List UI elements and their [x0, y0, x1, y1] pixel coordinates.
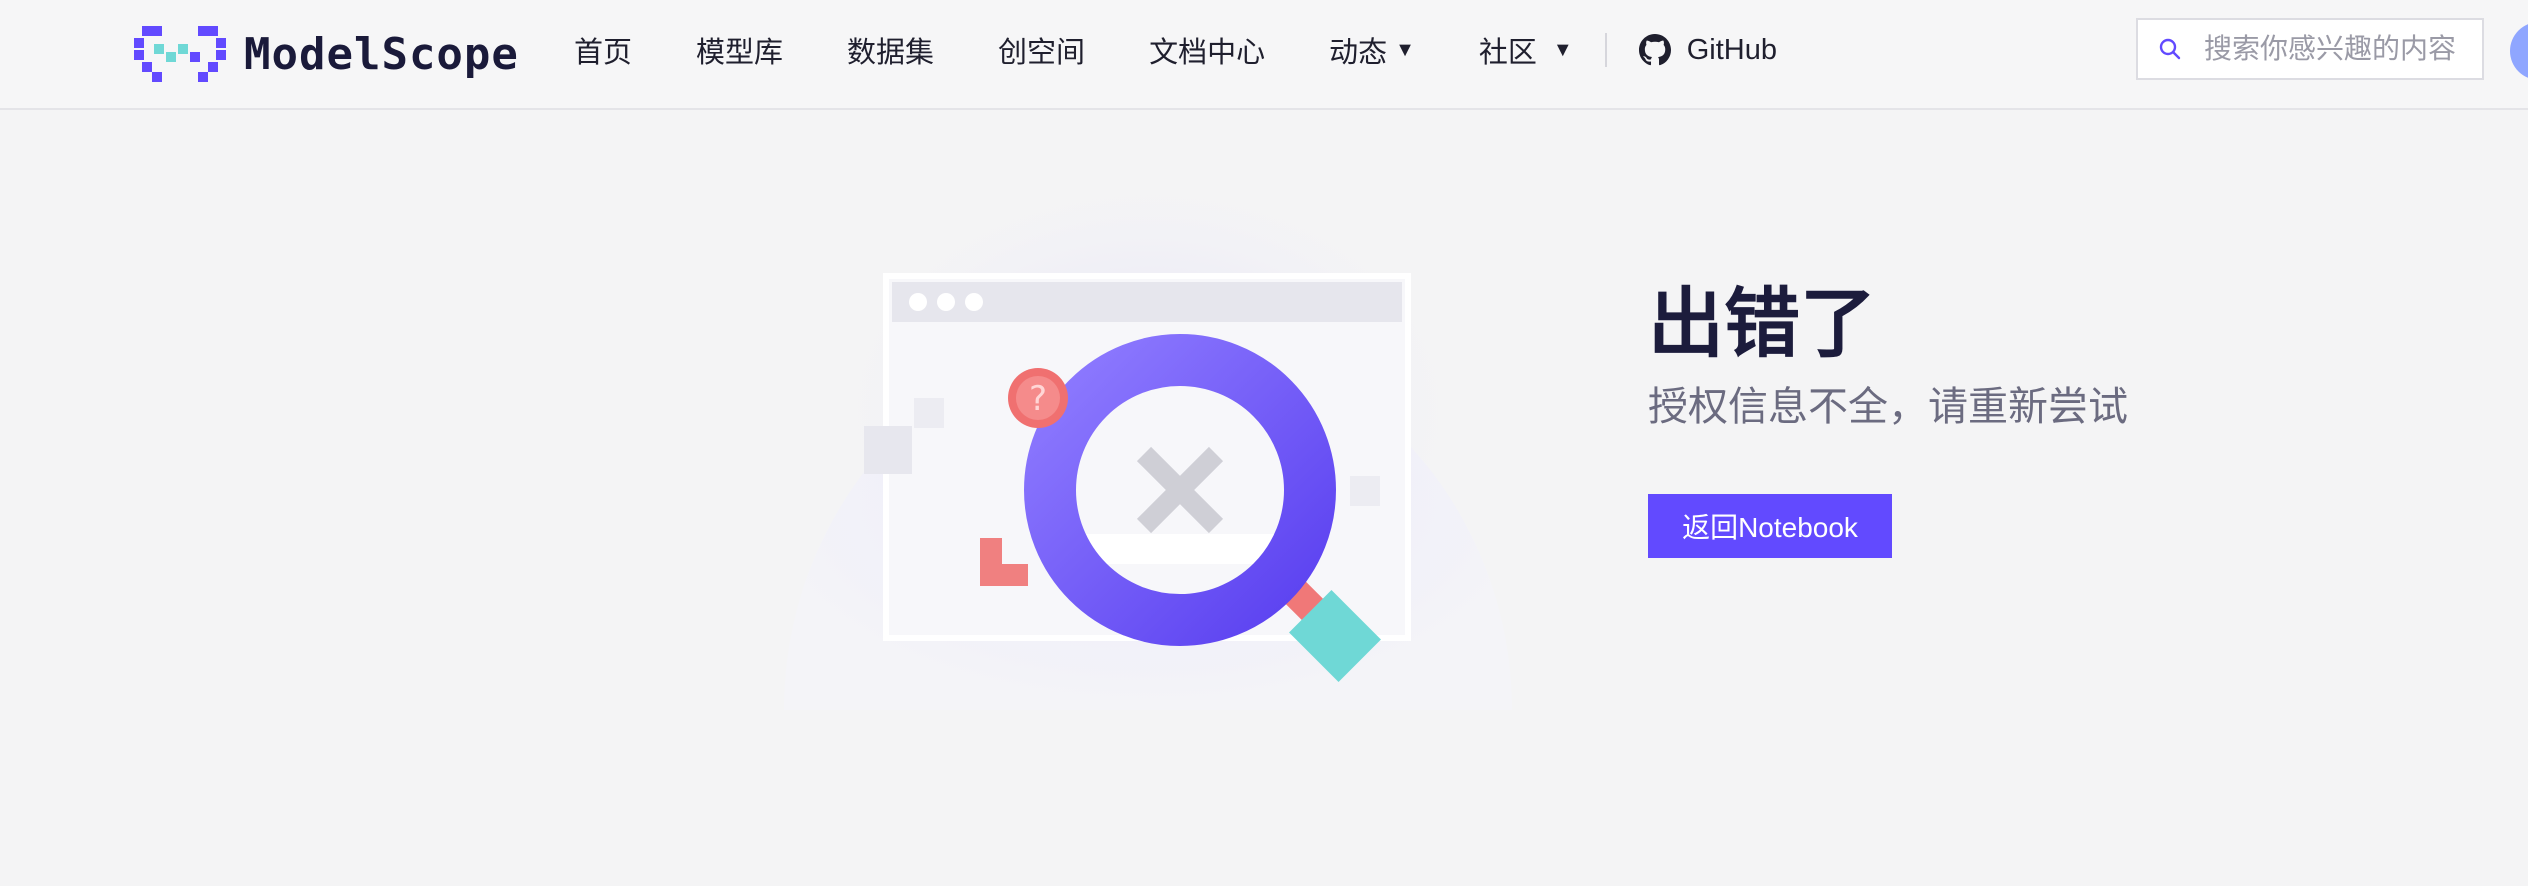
nav-item-label: 创空间: [998, 37, 1086, 69]
nav-item-news-dropdown[interactable]: 动态 ▼: [1329, 29, 1415, 71]
error-message: 授权信息不全，请重新尝试: [1648, 385, 2128, 429]
main-nav: 首页 模型库 数据集 创空间 文档中心 动态 ▼ 社区 ▼ GitHub: [574, 0, 1777, 100]
nav-item-label: 模型库: [696, 37, 784, 69]
modelscope-logo[interactable]: ModelScope: [134, 24, 519, 84]
top-header: ModelScope 首页 模型库 数据集 创空间 文档中心 动态 ▼ 社区 ▼: [0, 0, 2528, 110]
decor-square: [914, 398, 944, 428]
svg-text:?: ?: [1029, 379, 1047, 419]
nav-item-label: 动态: [1329, 37, 1388, 69]
nav-item-label: 文档中心: [1149, 37, 1266, 69]
error-illustration: ?: [784, 160, 1512, 710]
nav-item-datasets[interactable]: 数据集: [847, 29, 934, 71]
nav-item-label: 首页: [574, 37, 633, 69]
modelscope-logo-icon: [134, 26, 226, 82]
caret-down-icon: ▼: [1395, 38, 1415, 61]
nav-item-models[interactable]: 模型库: [696, 29, 783, 71]
decor-square: [1350, 476, 1380, 506]
search-box[interactable]: [2136, 18, 2484, 80]
nav-item-studios[interactable]: 创空间: [998, 29, 1085, 71]
nav-divider: [1604, 33, 1607, 67]
nav-item-community-dropdown[interactable]: 社区 ▼: [1479, 29, 1573, 71]
question-badge-icon: ?: [1008, 368, 1068, 428]
nav-item-label: 数据集: [847, 37, 935, 69]
caret-down-icon: ▼: [1552, 38, 1573, 61]
back-to-notebook-button[interactable]: 返回Notebook: [1648, 494, 1892, 558]
nav-item-home[interactable]: 首页: [574, 29, 632, 71]
decor-square: [864, 426, 912, 474]
nav-item-docs[interactable]: 文档中心: [1149, 29, 1265, 71]
logo-wordmark: ModelScope: [244, 28, 519, 80]
github-label: GitHub: [1686, 33, 1777, 66]
search-icon: [2159, 38, 2181, 60]
avatar[interactable]: [2510, 22, 2528, 80]
github-icon: [1638, 34, 1671, 66]
search-input[interactable]: [2202, 32, 2476, 66]
error-title: 出错了: [1648, 282, 1876, 367]
nav-item-label: 社区: [1478, 37, 1537, 69]
github-link[interactable]: GitHub: [1638, 33, 1777, 67]
